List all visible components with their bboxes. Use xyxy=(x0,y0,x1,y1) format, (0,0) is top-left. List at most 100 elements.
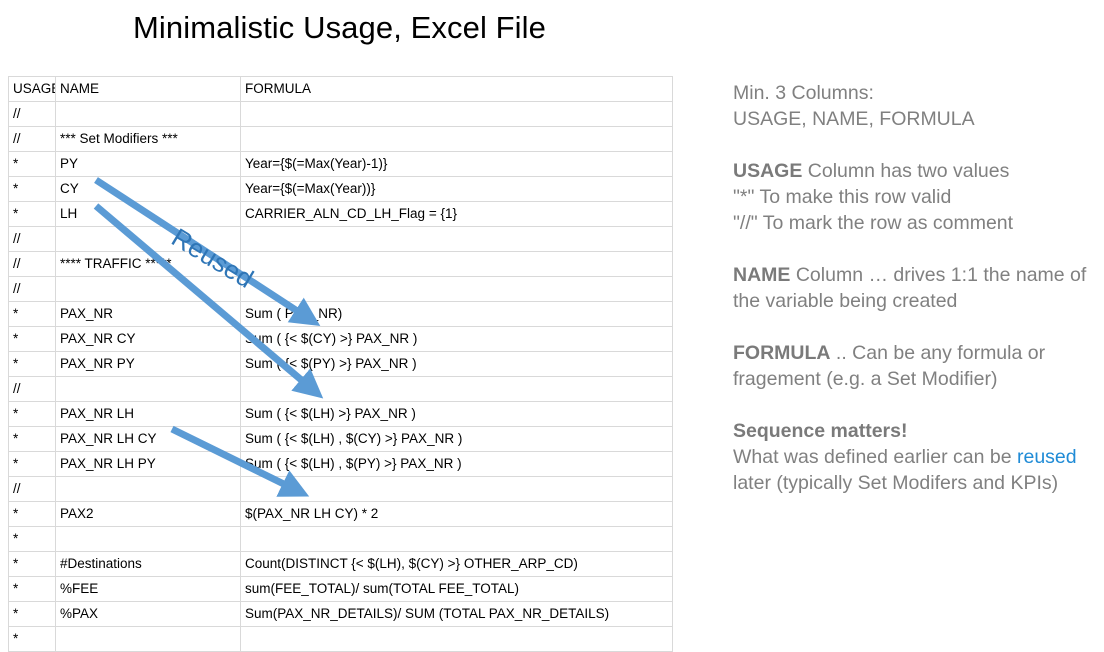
cell-name: *** Set Modifiers *** xyxy=(55,126,241,152)
cell-name: %PAX xyxy=(55,601,241,627)
table-row: // xyxy=(8,276,673,302)
table-row: * PAX_NR PY Sum ( {< $(PY) >} PAX_NR ) xyxy=(8,351,673,377)
cell-formula xyxy=(240,126,673,152)
cell-name: PAX2 xyxy=(55,501,241,527)
note-block-formula: FORMULA .. Can be any formula or frageme… xyxy=(733,340,1093,392)
note-reused-link[interactable]: reused xyxy=(1017,446,1077,468)
cell-formula: Sum ( {< $(CY) >} PAX_NR ) xyxy=(240,326,673,352)
column-header-formula: FORMULA xyxy=(240,76,673,102)
note-usage-bold: USAGE xyxy=(733,160,803,182)
table-row: * PAX_NR LH Sum ( {< $(LH) >} PAX_NR ) xyxy=(8,401,673,427)
cell-formula: Sum ( {< $(LH) >} PAX_NR ) xyxy=(240,401,673,427)
page-title: Minimalistic Usage, Excel File xyxy=(133,10,546,45)
table-row: * CY Year={$(=Max(Year))} xyxy=(8,176,673,202)
table-header-row: USAGENAMEFORMULA xyxy=(8,76,673,102)
table-row: * PAX_NR CY Sum ( {< $(CY) >} PAX_NR ) xyxy=(8,326,673,352)
cell-usage: * xyxy=(8,201,56,227)
note-sequence-body: What was defined earlier can be reused l… xyxy=(733,444,1093,496)
cell-formula xyxy=(240,476,673,502)
note-block-sequence: Sequence matters! What was defined earli… xyxy=(733,418,1093,496)
table-row: //*** Set Modifiers *** xyxy=(8,126,673,152)
table-row: // xyxy=(8,226,673,252)
cell-usage: * xyxy=(8,551,56,577)
cell-usage: * xyxy=(8,526,56,552)
cell-usage: // xyxy=(8,101,56,127)
cell-usage: // xyxy=(8,376,56,402)
cell-name: PAX_NR PY xyxy=(55,351,241,377)
cell-usage: // xyxy=(8,251,56,277)
note-sequence-part1: What was defined earlier can be xyxy=(733,446,1017,468)
cell-usage: * xyxy=(8,601,56,627)
cell-usage: * xyxy=(8,501,56,527)
cell-formula xyxy=(240,251,673,277)
table-row: * PAX_NR LH CY Sum ( {< $(LH) , $(CY) >} P… xyxy=(8,426,673,452)
cell-usage: // xyxy=(8,276,56,302)
cell-name: **** TRAFFIC ***** xyxy=(55,251,241,277)
note-min-columns: Min. 3 Columns: xyxy=(733,82,874,104)
cell-name: #Destinations xyxy=(55,551,241,577)
cell-usage: * xyxy=(8,576,56,602)
cell-formula: Count(DISTINCT {< $(LH), $(CY) >} OTHER_… xyxy=(240,551,673,577)
cell-formula: Year={$(=Max(Year))} xyxy=(240,176,673,202)
cell-name xyxy=(55,626,241,652)
table-row: * LH CARRIER_ALN_CD_LH_Flag = {1} xyxy=(8,201,673,227)
cell-usage: // xyxy=(8,126,56,152)
table-row: * PAX_NR LH PY Sum ( {< $(LH) , $(PY) >} P… xyxy=(8,451,673,477)
cell-usage: * xyxy=(8,151,56,177)
cell-formula xyxy=(240,226,673,252)
table-row: * PAX2 $(PAX_NR LH CY) * 2 xyxy=(8,501,673,527)
cell-name: CY xyxy=(55,176,241,202)
note-formula-bold: FORMULA xyxy=(733,342,831,364)
note-name-text: NAME Column … drives 1:1 the name of the… xyxy=(733,262,1093,314)
cell-name: PAX_NR CY xyxy=(55,326,241,352)
notes-panel: Min. 3 Columns: USAGE, NAME, FORMULA USA… xyxy=(733,80,1093,522)
table-row: //**** TRAFFIC ***** xyxy=(8,251,673,277)
cell-name: PY xyxy=(55,151,241,177)
column-header-usage: USAGE xyxy=(8,76,56,102)
note-usage-rest: Column has two values xyxy=(802,160,1010,182)
table-row: * %FEE sum(FEE_TOTAL)/ sum(TOTAL FEE_TOTAL… xyxy=(8,576,673,602)
note-block-name: NAME Column … drives 1:1 the name of the… xyxy=(733,262,1093,314)
table-row: // xyxy=(8,476,673,502)
cell-name: PAX_NR xyxy=(55,301,241,327)
note-formula-text: FORMULA .. Can be any formula or frageme… xyxy=(733,340,1093,392)
cell-usage: * xyxy=(8,326,56,352)
cell-usage: * xyxy=(8,176,56,202)
cell-name xyxy=(55,376,241,402)
cell-name: PAX_NR LH PY xyxy=(55,451,241,477)
table-row: // xyxy=(8,376,673,402)
cell-formula xyxy=(240,526,673,552)
cell-name: PAX_NR LH CY xyxy=(55,426,241,452)
note-block-usage: USAGE Column has two values "*" To make … xyxy=(733,158,1093,236)
cell-formula: Sum ( {< $(PY) >} PAX_NR ) xyxy=(240,351,673,377)
cell-name xyxy=(55,226,241,252)
cell-name xyxy=(55,276,241,302)
note-name-bold: NAME xyxy=(733,264,791,286)
cell-usage: * xyxy=(8,426,56,452)
note-usage-comment: "//" To mark the row as comment xyxy=(733,212,1014,234)
table-row: * %PAX Sum(PAX_NR_DETAILS)/ SUM (TOTAL PAX… xyxy=(8,601,673,627)
cell-formula: Sum ( {< $(LH) , $(PY) >} PAX_NR ) xyxy=(240,451,673,477)
note-usage-heading: USAGE Column has two values xyxy=(733,158,1093,184)
cell-usage: * xyxy=(8,451,56,477)
cell-name: PAX_NR LH xyxy=(55,401,241,427)
cell-formula xyxy=(240,101,673,127)
cell-name: %FEE xyxy=(55,576,241,602)
cell-usage: * xyxy=(8,401,56,427)
cell-formula: CARRIER_ALN_CD_LH_Flag = {1} xyxy=(240,201,673,227)
table-row: * xyxy=(8,526,673,552)
cell-usage: * xyxy=(8,626,56,652)
cell-formula: $(PAX_NR LH CY) * 2 xyxy=(240,501,673,527)
table-row: * xyxy=(8,626,673,652)
cell-usage: // xyxy=(8,476,56,502)
note-usage-star: "*" To make this row valid xyxy=(733,186,952,208)
note-sequence-part2: later (typically Set Modifers and KPIs) xyxy=(733,472,1059,494)
note-column-names: USAGE, NAME, FORMULA xyxy=(733,108,975,130)
table-row: * PAX_NR Sum ( PAX_NR) xyxy=(8,301,673,327)
cell-formula: Sum(PAX_NR_DETAILS)/ SUM (TOTAL PAX_NR_D… xyxy=(240,601,673,627)
cell-formula: Year={$(=Max(Year)-1)} xyxy=(240,151,673,177)
cell-name: LH xyxy=(55,201,241,227)
cell-formula: sum(FEE_TOTAL)/ sum(TOTAL FEE_TOTAL) xyxy=(240,576,673,602)
table-row: * #Destinations Count(DISTINCT {< $(LH), $… xyxy=(8,551,673,577)
note-sequence-bold: Sequence matters! xyxy=(733,420,908,442)
